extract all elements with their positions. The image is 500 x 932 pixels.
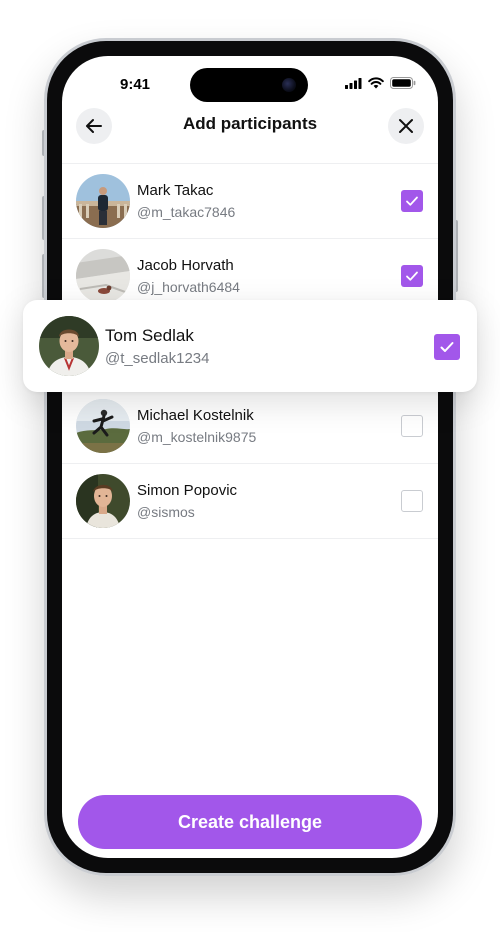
participant-handle: @j_horvath6484 [137,279,240,295]
participant-checkbox[interactable] [401,415,423,437]
battery-icon [390,77,416,89]
dynamic-island [190,68,308,102]
checkmark-icon [406,196,418,206]
participant-handle: @t_sedlak1234 [105,350,210,367]
create-challenge-button[interactable]: Create challenge [78,795,422,849]
avatar [76,474,130,528]
signal-icon [345,77,362,89]
participant-name: Mark Takac [137,182,214,199]
participant-checkbox[interactable] [401,265,423,287]
avatar [39,316,99,376]
screen: 9:41 Add participants Mark Takac @m_taka… [62,56,438,858]
avatar [76,174,130,228]
participant-handle: @sismos [137,504,195,520]
status-icons [345,77,416,89]
participant-row[interactable]: Mark Takac @m_takac7846 [62,164,438,239]
avatar [76,399,130,453]
participant-checkbox[interactable] [401,190,423,212]
close-icon [399,119,413,133]
status-time: 9:41 [120,76,151,93]
participant-checkbox[interactable] [434,334,460,360]
participant-handle: @m_kostelnik9875 [137,429,257,445]
participant-handle: @m_takac7846 [137,204,236,220]
participant-checkbox[interactable] [401,490,423,512]
participant-name: Michael Kostelnik [137,407,254,424]
phone-bezel: 9:41 Add participants Mark Takac @m_taka… [47,41,453,873]
checkmark-icon [406,271,418,281]
participant-name: Simon Popovic [137,482,238,499]
wifi-icon [368,77,384,89]
participant-row[interactable]: Simon Popovic @sismos [62,464,438,539]
participant-card-highlighted[interactable]: Tom Sedlak @t_sedlak1234 [23,300,477,392]
phone-frame: 9:41 Add participants Mark Takac @m_taka… [44,38,456,876]
checkmark-icon [440,342,454,352]
camera-icon [282,78,296,92]
participant-name: Jacob Horvath [137,257,234,274]
participant-name: Tom Sedlak [105,326,194,345]
avatar [76,249,130,303]
page-title: Add participants [182,114,318,133]
participant-row[interactable]: Michael Kostelnik @m_kostelnik9875 [62,389,438,464]
close-button[interactable] [388,108,424,144]
